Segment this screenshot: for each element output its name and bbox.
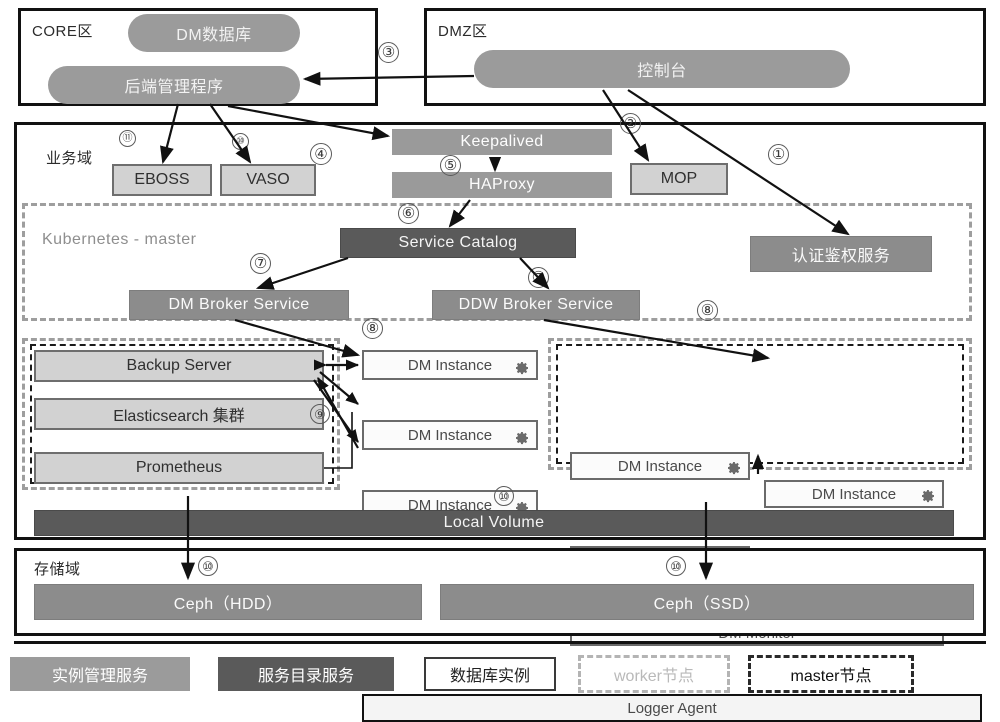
console-node[interactable]: 控制台 xyxy=(474,50,850,88)
gear-icon xyxy=(920,488,936,504)
dm-instance-label: DM Instance xyxy=(407,426,493,444)
step-marker-8-right: ⑧ xyxy=(697,300,718,321)
dm-broker-service-node[interactable]: DM Broker Service xyxy=(129,290,349,320)
backup-server-node[interactable]: Backup Server xyxy=(34,350,324,382)
business-zone-label: 业务域 xyxy=(46,150,93,167)
step-marker-11: ⑪ xyxy=(119,130,136,147)
dm-instance-node-5[interactable]: DM Instance xyxy=(764,480,944,508)
elasticsearch-node[interactable]: Elasticsearch 集群 xyxy=(34,398,324,430)
dmz-zone-label: DMZ区 xyxy=(438,23,488,40)
legend-worker-node: worker节点 xyxy=(578,655,730,693)
service-catalog-node[interactable]: Service Catalog xyxy=(340,228,576,258)
legend-divider xyxy=(14,641,986,644)
haproxy-node[interactable]: HAProxy xyxy=(392,172,612,198)
backend-admin-node[interactable]: 后端管理程序 xyxy=(48,66,300,104)
gear-icon xyxy=(514,360,530,376)
legend-service-catalog: 服务目录服务 xyxy=(218,657,394,691)
core-zone-label: CORE区 xyxy=(32,23,93,40)
mop-node[interactable]: MOP xyxy=(630,163,728,195)
gear-icon xyxy=(514,430,530,446)
worker-node-right xyxy=(556,344,964,464)
dm-database-node[interactable]: DM数据库 xyxy=(128,14,300,52)
gear-icon xyxy=(726,460,742,476)
logger-agent-node[interactable]: Logger Agent xyxy=(362,694,982,722)
prometheus-node[interactable]: Prometheus xyxy=(34,452,324,484)
legend-db-instance: 数据库实例 xyxy=(424,657,556,691)
step-marker-4: ④ xyxy=(310,143,332,165)
dm-instance-node-1[interactable]: DM Instance xyxy=(362,350,538,380)
step-marker-6: ⑥ xyxy=(398,203,419,224)
ceph-hdd-node[interactable]: Ceph（HDD） xyxy=(34,584,422,620)
dm-instance-label: DM Instance xyxy=(617,457,703,475)
ddw-broker-service-node[interactable]: DDW Broker Service xyxy=(432,290,640,320)
legend-instance-mgmt: 实例管理服务 xyxy=(10,657,190,691)
step-marker-3: ③ xyxy=(378,42,399,63)
dm-instance-node-4[interactable]: DM Instance xyxy=(570,452,750,480)
step-marker-7-right: ⑦ xyxy=(528,267,549,288)
step-marker-10-hdd: ⑩ xyxy=(198,556,218,576)
storage-zone-label: 存储域 xyxy=(34,561,81,578)
eboss-node[interactable]: EBOSS xyxy=(112,164,212,196)
dm-instance-node-2[interactable]: DM Instance xyxy=(362,420,538,450)
step-marker-7-left: ⑦ xyxy=(250,253,271,274)
dm-instance-label: DM Instance xyxy=(407,356,493,374)
ceph-ssd-node[interactable]: Ceph（SSD） xyxy=(440,584,974,620)
step-marker-10-vaso: ⑩ xyxy=(232,133,249,150)
step-marker-2: ② xyxy=(620,113,641,134)
step-marker-10-logger: ⑩ xyxy=(494,486,514,506)
kubernetes-master-label: Kubernetes - master xyxy=(42,231,197,248)
step-marker-1: ① xyxy=(768,144,789,165)
step-marker-9: ⑨ xyxy=(310,404,330,424)
local-volume-node[interactable]: Local Volume xyxy=(34,510,954,536)
keepalived-node[interactable]: Keepalived xyxy=(392,129,612,155)
legend-master-node: master节点 xyxy=(748,655,914,693)
step-marker-8-left: ⑧ xyxy=(362,318,383,339)
step-marker-10-ssd: ⑩ xyxy=(666,556,686,576)
vaso-node[interactable]: VASO xyxy=(220,164,316,196)
dm-instance-label: DM Instance xyxy=(811,485,897,503)
step-marker-5: ⑤ xyxy=(440,155,461,176)
auth-service-node[interactable]: 认证鉴权服务 xyxy=(750,236,932,272)
